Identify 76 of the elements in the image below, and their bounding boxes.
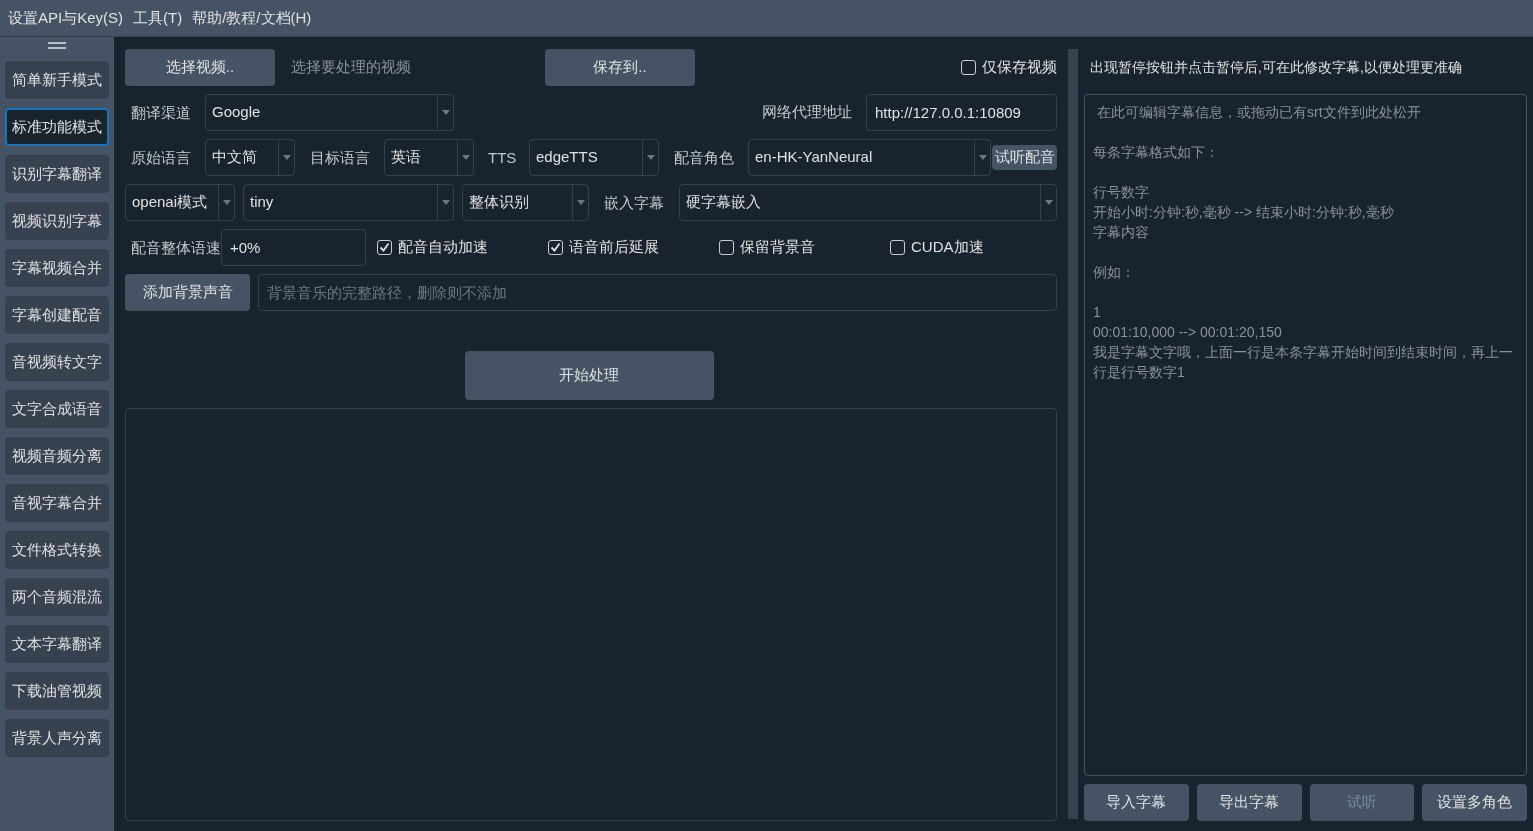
dropdown[interactable]: openai模式 xyxy=(125,184,235,221)
sidebar-item[interactable]: 下载油管视频 xyxy=(5,672,109,710)
dropdown[interactable]: en-HK-YanNeural xyxy=(748,139,991,176)
caret-icon xyxy=(222,200,231,205)
sidebar-item[interactable]: 字幕创建配音 xyxy=(5,296,109,334)
sidebar-item[interactable]: 文本字幕翻译 xyxy=(5,625,109,663)
sidebar-item[interactable]: 文字合成语音 xyxy=(5,390,109,428)
checkmark-icon xyxy=(379,242,390,253)
button[interactable]: 开始处理 xyxy=(464,351,714,400)
button[interactable]: 导入字幕 xyxy=(1084,784,1189,821)
placeholder-text: 1 xyxy=(1093,303,1102,322)
field-label: 配音整体语速 xyxy=(131,238,221,256)
field-label: 嵌入字幕 xyxy=(604,193,664,211)
field-label: TTS xyxy=(488,148,517,166)
dropdown[interactable]: 硬字幕嵌入 xyxy=(679,184,1057,221)
field-label: 网络代理地址 xyxy=(762,102,852,123)
checkbox[interactable]: 仅保存视频 xyxy=(961,56,1057,79)
placeholder-text: 字幕内容 xyxy=(1093,223,1150,242)
field-label: 原始语言 xyxy=(131,148,191,166)
button[interactable]: 导出字幕 xyxy=(1196,784,1302,821)
sidebar-item[interactable]: 视频识别字幕 xyxy=(5,202,109,240)
placeholder-text: 每条字幕格式如下： xyxy=(1093,143,1220,162)
speech-rate-field[interactable]: +0% xyxy=(221,229,366,266)
menu-icon[interactable] xyxy=(48,42,66,50)
checkbox[interactable]: 配音自动加速 xyxy=(377,236,548,259)
menu-item[interactable]: 设置API与Key(S) xyxy=(8,6,124,30)
placeholder-text: 例如： xyxy=(1093,263,1136,282)
sidebar-item[interactable]: 两个音频混流 xyxy=(5,578,109,616)
sidebar-item[interactable]: 标准功能模式 xyxy=(5,108,109,146)
caret-icon xyxy=(646,155,655,160)
button[interactable]: 试听配音 xyxy=(992,145,1057,170)
field-label: 配音角色 xyxy=(674,148,734,166)
checkmark-icon xyxy=(550,242,561,253)
proxy-field[interactable]: http://127.0.0.1:10809 xyxy=(866,94,1057,131)
placeholder-text: 我是字幕文字哦，上面一行是本条字幕开始时间到结束时间，再上一行是行号数字1 xyxy=(1093,343,1514,382)
dropdown[interactable]: 英语 xyxy=(384,139,474,176)
menu-item[interactable]: 帮助/教程/文档(H) xyxy=(192,6,312,30)
placeholder-text: 在此可编辑字幕信息，或拖动已有srt文件到此处松开 xyxy=(1097,103,1422,122)
background-audio-field[interactable]: 背景音乐的完整路径，删除则不添加 xyxy=(258,274,1057,311)
sidebar-item[interactable]: 字幕视频合并 xyxy=(5,249,109,287)
sidebar-item[interactable]: 简单新手模式 xyxy=(5,61,109,99)
sidebar-item[interactable]: 背景人声分离 xyxy=(5,719,109,757)
dropdown[interactable]: tiny xyxy=(243,184,454,221)
placeholder-text: 00:01:10,000 --> 00:01:20,150 xyxy=(1093,323,1283,342)
caret-icon xyxy=(461,155,470,160)
caret-icon xyxy=(1044,200,1053,205)
panel-hint: 出现暂停按钮并点击暂停后,可在此修改字幕,以便处理更准确 xyxy=(1089,58,1463,77)
caret-icon xyxy=(441,110,450,115)
field-label: 翻译渠道 xyxy=(131,103,191,121)
field-label: 目标语言 xyxy=(310,148,370,166)
button[interactable]: 添加背景声音 xyxy=(125,274,250,311)
button[interactable]: 保存到.. xyxy=(545,49,695,86)
caret-icon xyxy=(978,155,987,160)
caret-icon xyxy=(282,155,291,160)
checkbox[interactable]: 语音前后延展 xyxy=(548,236,719,259)
dropdown[interactable]: 整体识别 xyxy=(462,184,589,221)
placeholder-text: 开始小时:分钟:秒,毫秒 --> 结束小时:分钟:秒,毫秒 xyxy=(1093,203,1395,222)
caret-icon xyxy=(576,200,585,205)
sidebar-item[interactable]: 音视字幕合并 xyxy=(5,484,109,522)
subtitle-editor[interactable]: 在此可编辑字幕信息，或拖动已有srt文件到此处松开 每条字幕格式如下： 行号数字 开始小时:分钟:秒,毫秒 --> 结束小时:分钟:秒,毫秒 字幕内容 例如： 1 00:01:10,000 --> 00:01:20,150 我是字幕文字哦，上面一行是本条字幕开始时间到结束时间，再上一行是行号数字1 xyxy=(1084,94,1527,776)
dropdown[interactable]: 中文简 xyxy=(205,139,295,176)
sidebar-item[interactable]: 音视频转文字 xyxy=(5,343,109,381)
button[interactable]: 选择视频.. xyxy=(125,49,275,86)
sidebar-item[interactable]: 文件格式转换 xyxy=(5,531,109,569)
placeholder-text: 行号数字 xyxy=(1093,183,1150,202)
dropdown[interactable]: Google xyxy=(205,94,454,131)
caret-icon xyxy=(441,200,450,205)
video-hint: 选择要处理的视频 xyxy=(291,57,412,78)
sidebar-item[interactable]: 视频音频分离 xyxy=(5,437,109,475)
checkbox[interactable]: CUDA加速 xyxy=(890,236,1061,259)
button[interactable]: 设置多角色 xyxy=(1422,784,1527,821)
menu-item[interactable]: 工具(T) xyxy=(133,6,183,30)
dropdown[interactable]: edgeTTS xyxy=(529,139,659,176)
checkbox[interactable]: 保留背景音 xyxy=(719,236,890,259)
splitter-handle[interactable] xyxy=(1068,49,1078,819)
sidebar-item[interactable]: 识别字幕翻译 xyxy=(5,155,109,193)
